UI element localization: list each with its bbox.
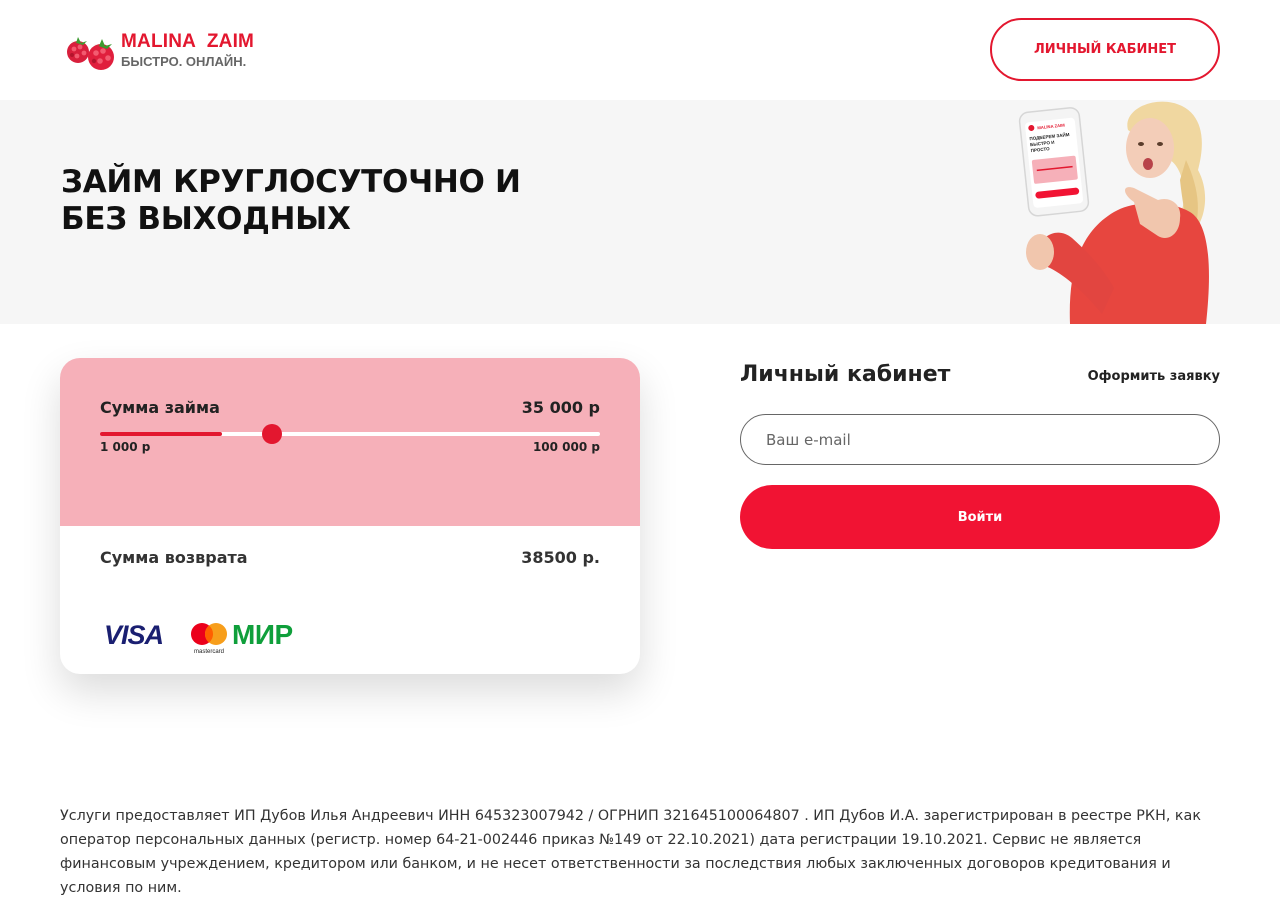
slider-thumb[interactable] xyxy=(262,424,282,444)
brand-tagline: БЫСТРО. ОНЛАЙН. xyxy=(121,54,247,69)
brand-name: MALINA ZAIM xyxy=(121,31,255,52)
site-logo[interactable]: MALINA ZAIM БЫСТРО. ОНЛАЙН. xyxy=(62,30,282,75)
personal-cabinet-button[interactable]: ЛИЧНЫЙ КАБИНЕТ xyxy=(990,18,1220,81)
hero-banner: ЗАЙМ КРУГЛОСУТОЧНО И БЕЗ ВЫХОДНЫХ MALINA… xyxy=(0,100,1280,324)
hero-title: ЗАЙМ КРУГЛОСУТОЧНО И БЕЗ ВЫХОДНЫХ xyxy=(61,164,521,237)
loan-amount-label: Сумма займа xyxy=(100,398,220,417)
slider-min-label: 1 000 р xyxy=(100,440,151,454)
return-amount-label: Сумма возврата xyxy=(100,548,248,567)
visa-logo: VISA xyxy=(104,620,164,650)
email-input[interactable] xyxy=(740,414,1220,465)
loan-amount-panel: Сумма займа 35 000 р 1 000 р 100 000 р xyxy=(60,358,640,526)
slider-fill xyxy=(100,432,222,436)
loan-amount-slider[interactable] xyxy=(100,424,600,444)
login-title: Личный кабинет xyxy=(740,362,951,387)
payment-logos: VISA mastercard МИР xyxy=(104,618,344,658)
svg-text:mastercard: mastercard xyxy=(194,649,224,655)
apply-link[interactable]: Оформить заявку xyxy=(1088,369,1220,384)
slider-max-label: 100 000 р xyxy=(532,440,600,454)
loan-calculator: Сумма займа 35 000 р 1 000 р 100 000 р С… xyxy=(60,358,640,674)
mir-logo: МИР xyxy=(232,619,293,650)
loan-amount-value: 35 000 р xyxy=(521,398,600,417)
return-amount-value: 38500 р. xyxy=(521,548,600,567)
legal-disclaimer: Услуги предоставляет ИП Дубов Илья Андре… xyxy=(60,808,1201,896)
login-button[interactable]: Войти xyxy=(740,485,1220,549)
site-header: MALINA ZAIM БЫСТРО. ОНЛАЙН. ЛИЧНЫЙ КАБИН… xyxy=(0,0,1280,100)
woman-with-phone-image: MALINA ZAIM ПОДБЕРЕМ ЗАЙМ БЫСТРО И ПРОСТ… xyxy=(1018,101,1209,324)
mastercard-logo: mastercard xyxy=(191,623,227,655)
raspberry-icon xyxy=(67,37,114,70)
